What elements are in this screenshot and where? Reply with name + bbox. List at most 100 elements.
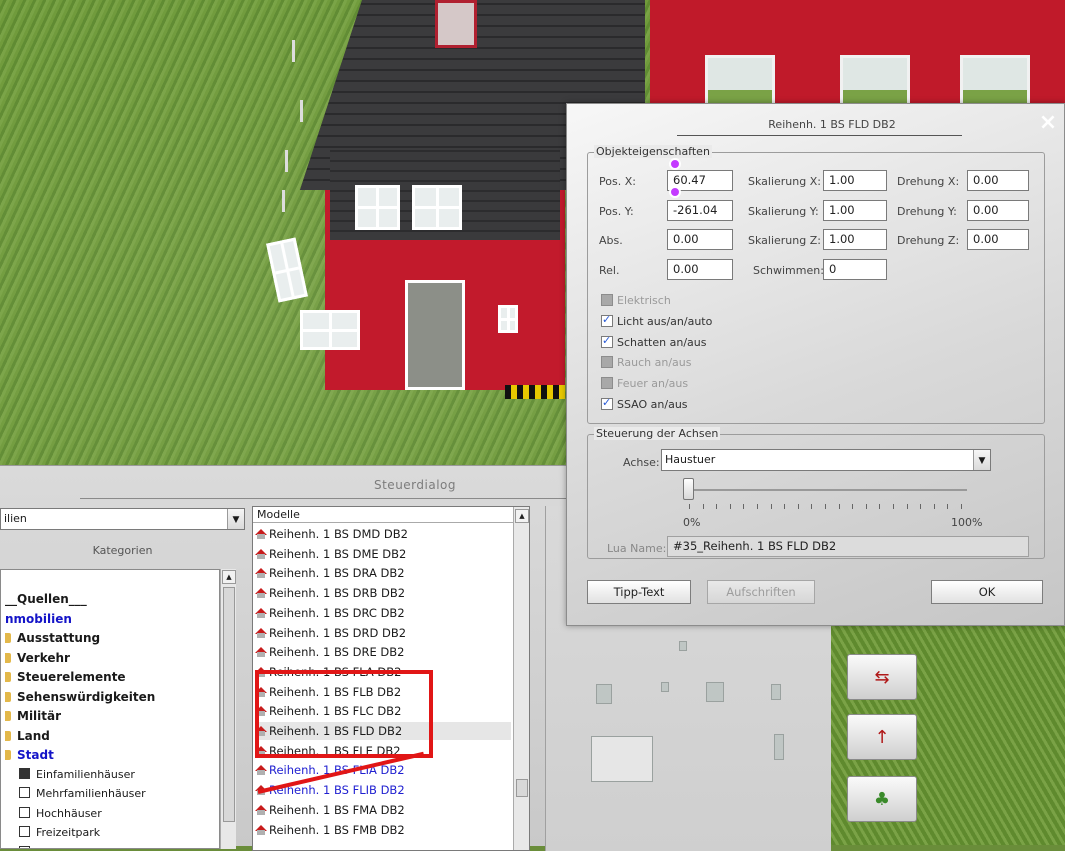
rel-label: Rel. — [599, 264, 620, 277]
chevron-down-icon[interactable]: ▼ — [227, 509, 244, 529]
fence-post — [300, 100, 303, 122]
door-model — [405, 280, 465, 390]
close-icon[interactable]: × — [1037, 112, 1059, 134]
model-list-item[interactable]: Reihenh. 1 BS DRA DB2 — [255, 564, 405, 582]
rot-y-field[interactable]: 0.00 — [967, 200, 1029, 221]
tree-item-label: Land — [17, 728, 50, 743]
labels-button[interactable]: Aufschriften — [707, 580, 815, 604]
tree-item-label: Militär — [17, 709, 62, 723]
model-label: Reihenh. 1 BS DMD DB2 — [269, 527, 408, 541]
model-list-item[interactable]: Reihenh. 1 BS DRB DB2 — [255, 584, 405, 602]
slider-tick — [770, 504, 772, 509]
preview-part — [591, 736, 653, 782]
scenery-icon: ♣ — [873, 789, 891, 810]
scroll-thumb[interactable] — [223, 587, 235, 822]
axis-slider-thumb[interactable] — [683, 478, 694, 500]
slider-tick — [893, 504, 894, 509]
unchecked-box-icon[interactable] — [19, 826, 30, 837]
tree-item[interactable]: Ausstattung — [5, 631, 100, 645]
tree-scrollbar[interactable]: ▲ — [220, 569, 236, 849]
scroll-up-icon[interactable]: ▲ — [222, 570, 236, 584]
tree-item-label: Stadt — [17, 748, 54, 762]
scenery-button[interactable]: ♣ — [847, 776, 917, 822]
tree-item[interactable]: Stadt — [5, 748, 54, 762]
tree-item[interactable]: Einfamilienhäuser — [19, 767, 135, 781]
checked-box-icon[interactable] — [19, 767, 30, 779]
category-tree[interactable]: __Quellen___ nmobilien Ausstattung Verkehr S… — [0, 569, 220, 849]
property-checkbox[interactable]: SSAO an/aus — [601, 396, 688, 411]
property-checkbox[interactable]: Schatten an/aus — [601, 334, 706, 349]
model-list-item[interactable]: Reihenh. 1 BS DRD DB2 — [255, 624, 406, 642]
tree-item[interactable]: Verkehr — [5, 651, 70, 665]
slider-tick — [879, 504, 881, 509]
tree-item[interactable]: Sonstige — [19, 845, 84, 848]
checkbox-checked-icon[interactable] — [601, 313, 613, 327]
house-icon — [255, 529, 267, 539]
slider-tick — [933, 504, 935, 509]
locomotive-track-button[interactable]: ⇆ — [847, 654, 917, 700]
category-combo[interactable]: ilien ▼ — [0, 508, 245, 530]
window-model — [355, 185, 400, 230]
slider-tick — [689, 504, 690, 509]
model-list-item[interactable]: Reihenh. 1 BS DME DB2 — [255, 545, 406, 563]
chevron-down-icon[interactable]: ▼ — [973, 450, 990, 470]
tree-item[interactable]: Sehenswürdigkeiten — [5, 690, 155, 704]
model-list-item[interactable]: Reihenh. 1 BS DRE DB2 — [255, 643, 404, 661]
title-divider — [677, 135, 962, 136]
tree-item[interactable]: Steuerelemente — [5, 670, 126, 684]
tree-item[interactable]: Mehrfamilienhäuser — [19, 787, 146, 800]
property-checkbox[interactable]: Licht aus/an/auto — [601, 313, 712, 328]
model-list-item[interactable]: Reihenh. 1 BS DMD DB2 — [255, 525, 408, 543]
rot-y-label: Drehung Y: — [897, 205, 957, 218]
window-model — [300, 310, 360, 350]
rot-x-field[interactable]: 0.00 — [967, 170, 1029, 191]
rel-field[interactable]: 0.00 — [667, 259, 733, 280]
scroll-thumb[interactable] — [516, 779, 528, 797]
models-scrollbar[interactable]: ▲ — [513, 507, 529, 850]
scale-y-label: Skalierung Y: — [748, 205, 819, 218]
drag-handle-icon[interactable] — [669, 158, 681, 170]
abs-field[interactable]: 0.00 — [667, 229, 733, 250]
unchecked-box-icon[interactable] — [19, 806, 30, 818]
slider-tick — [947, 504, 949, 509]
rot-z-field[interactable]: 0.00 — [967, 229, 1029, 250]
axis-combo[interactable]: Haustuer ▼ — [661, 449, 991, 471]
unchecked-box-icon[interactable] — [19, 787, 30, 798]
axis-slider-track[interactable] — [687, 489, 967, 491]
tree-item[interactable]: Hochhäuser — [19, 806, 102, 820]
scale-x-field[interactable]: 1.00 — [823, 170, 887, 191]
tree-item-label: nmobilien — [5, 611, 72, 626]
folder-icon — [5, 730, 11, 741]
scroll-up-icon[interactable]: ▲ — [515, 509, 529, 523]
model-list-item[interactable]: Reihenh. 1 BS DRC DB2 — [255, 604, 405, 622]
house-icon — [255, 765, 267, 776]
model-list-item[interactable]: Reihenh. 1 BS FMB DB2 — [255, 821, 405, 839]
property-checkbox: Feuer an/aus — [601, 377, 688, 390]
tip-text-button[interactable]: Tipp-Text — [587, 580, 691, 604]
fence-post — [285, 150, 288, 172]
checkbox-checked-icon[interactable] — [601, 334, 613, 348]
model-list-item[interactable]: Reihenh. 1 BS FLIB DB2 — [255, 781, 405, 799]
tree-item-label: Verkehr — [17, 650, 70, 665]
unchecked-box-icon[interactable] — [19, 845, 30, 848]
locomotive-up-button[interactable]: ↑ — [847, 714, 917, 760]
lua-name-field: #35_Reihenh. 1 BS FLD DB2 — [667, 536, 1029, 557]
tree-item-label: Mehrfamilienhäuser — [36, 787, 146, 800]
slider-tick — [852, 504, 854, 509]
checkbox-checked-icon[interactable] — [601, 396, 613, 410]
tree-item[interactable]: Land — [5, 729, 50, 743]
tree-item[interactable]: __Quellen___ — [5, 592, 87, 606]
tree-item[interactable]: Militär — [5, 709, 61, 723]
house-icon — [255, 568, 267, 579]
tree-item[interactable]: nmobilien — [5, 612, 72, 626]
tree-item[interactable]: Freizeitpark — [19, 826, 100, 839]
slider-tick — [906, 504, 908, 509]
scale-y-field[interactable]: 1.00 — [823, 200, 887, 221]
model-list-item[interactable]: Reihenh. 1 BS FMA DB2 — [255, 801, 405, 819]
float-field[interactable]: 0 — [823, 259, 887, 280]
scale-z-field[interactable]: 1.00 — [823, 229, 887, 250]
tree-item-label: Einfamilienhäuser — [36, 767, 135, 781]
pos-y-field[interactable]: -261.04 — [667, 200, 733, 221]
drag-handle-icon[interactable] — [669, 186, 681, 198]
ok-button[interactable]: OK — [931, 580, 1043, 604]
